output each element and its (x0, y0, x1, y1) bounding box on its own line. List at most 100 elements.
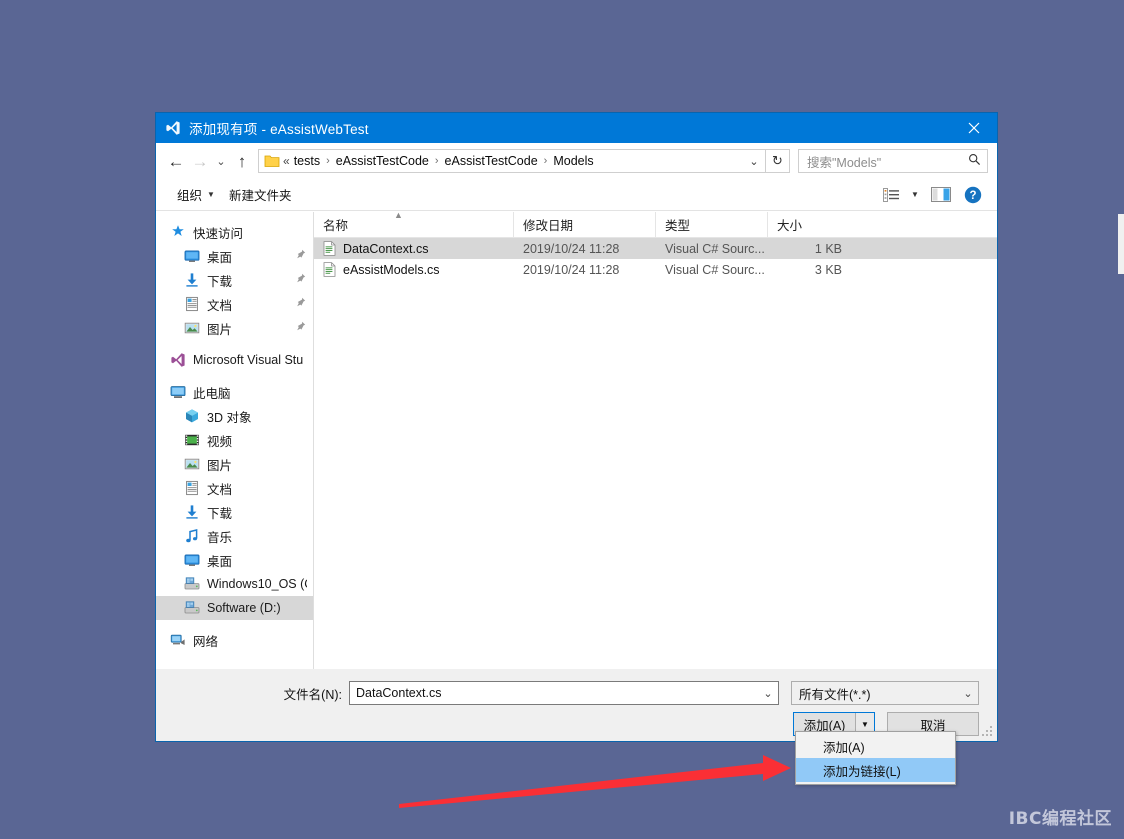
table-row[interactable]: eAssistModels.cs 2019/10/24 11:28 Visual C… (314, 259, 997, 280)
network-icon (170, 634, 185, 645)
navigation-bar: ← → ⌄ ↑ « tests › eAssistTestCode › eAss… (156, 143, 997, 179)
sidebar-item-label: 视频 (207, 434, 233, 449)
search-input[interactable]: 搜索"Models" (807, 152, 968, 171)
add-button-dropdown-menu[interactable]: 添加(A) 添加为链接(L) (795, 731, 956, 785)
sidebar-item-microsoftvisualstu[interactable]: Microsoft Visual Stu (156, 348, 313, 372)
column-headers: ▲ 名称 修改日期 类型 大小 (314, 212, 997, 238)
chevron-down-icon: ▼ (911, 190, 919, 199)
forward-arrow-icon: → (191, 151, 209, 171)
chevron-down-icon: ⌄ (963, 687, 973, 700)
this-pc-icon (170, 384, 186, 400)
add-existing-item-dialog: 添加现有项 - eAssistWebTest ← → ⌄ ↑ « tests ›… (155, 112, 998, 742)
command-bar: 组织 ▼ 新建文件夹 ▼ ? (156, 179, 997, 211)
sidebar-item-[interactable]: 音乐 (156, 524, 313, 548)
breadcrumb-item-3[interactable]: Models (551, 154, 595, 168)
folder-icon (264, 154, 280, 168)
sidebar-item-label: 下载 (207, 506, 233, 521)
refresh-button[interactable]: ↻ (766, 149, 790, 173)
sidebar-item-[interactable]: 下载 (156, 268, 313, 292)
column-header-date[interactable]: 修改日期 (514, 212, 656, 237)
filename-input[interactable]: DataContext.cs ⌄ (349, 681, 779, 705)
sidebar-item-[interactable]: 图片 (156, 316, 313, 340)
organize-button[interactable]: 组织 ▼ (170, 182, 222, 207)
sidebar-item-[interactable]: 视频 (156, 428, 313, 452)
pin-icon[interactable] (296, 249, 306, 262)
sidebar-item-[interactable]: 文档 (156, 292, 313, 316)
sidebar-item-[interactable]: 图片 (156, 452, 313, 476)
sidebar-item-label: Microsoft Visual Stu (193, 353, 304, 367)
sidebar-item-label: 文档 (207, 298, 233, 313)
breadcrumb-item-1[interactable]: eAssistTestCode (334, 154, 431, 168)
sidebar-item-[interactable]: 下载 (156, 500, 313, 524)
search-icon (968, 153, 981, 169)
pictures-icon (184, 322, 200, 334)
breadcrumb-item-2[interactable]: eAssistTestCode (443, 154, 540, 168)
back-button[interactable]: ← (164, 149, 188, 173)
forward-button[interactable]: → (188, 149, 212, 173)
pictures-icon (184, 320, 200, 336)
close-button[interactable] (951, 113, 997, 143)
pin-icon[interactable] (296, 321, 306, 334)
visual-studio-icon (165, 120, 181, 136)
file-type-filter-value: 所有文件(*.*) (799, 687, 871, 702)
view-dropdown-button[interactable]: ▼ (906, 183, 924, 207)
sort-ascending-icon: ▲ (394, 212, 403, 220)
file-rows: DataContext.cs 2019/10/24 11:28 Visual C# … (314, 238, 997, 669)
documents-icon (184, 480, 200, 496)
drive-icon (184, 577, 200, 590)
dialog-body: 快速访问 桌面 下载 文档 图片 Microsoft Visual Stu 此电脑 3D 对象… (156, 211, 997, 669)
sidebar-item-label: 桌面 (207, 554, 233, 569)
navigation-sidebar[interactable]: 快速访问 桌面 下载 文档 图片 Microsoft Visual Stu 此电脑 3D 对象… (156, 212, 314, 669)
videos-icon (185, 434, 199, 446)
sidebar-item-[interactable]: 桌面 (156, 548, 313, 572)
cs-file-icon (323, 262, 336, 277)
site-watermark: IBC编程社区 (1008, 809, 1112, 829)
search-box[interactable]: 搜索"Models" (798, 149, 988, 173)
sidebar-item-label: 3D 对象 (207, 410, 252, 425)
sidebar-item-softwared[interactable]: Software (D:) (156, 596, 313, 620)
pin-icon[interactable] (296, 297, 306, 310)
preview-pane-button[interactable] (924, 183, 958, 207)
table-row[interactable]: DataContext.cs 2019/10/24 11:28 Visual C# … (314, 238, 997, 259)
new-folder-button[interactable]: 新建文件夹 (222, 182, 299, 207)
sidebar-item-[interactable]: 此电脑 (156, 380, 313, 404)
sidebar-item-label: 文档 (207, 482, 233, 497)
menu-item-0[interactable]: 添加(A) (796, 734, 955, 758)
help-button[interactable]: ? (958, 183, 988, 207)
breadcrumb-overflow-icon[interactable]: « (283, 154, 292, 168)
column-header-size[interactable]: 大小 (768, 212, 851, 237)
chevron-down-icon[interactable]: ⌄ (758, 687, 778, 700)
sidebar-item-[interactable]: 文档 (156, 476, 313, 500)
column-header-type[interactable]: 类型 (656, 212, 768, 237)
pin-icon[interactable] (296, 273, 306, 286)
address-dropdown-icon[interactable]: ⌄ (743, 150, 765, 172)
column-header-name[interactable]: ▲ 名称 (314, 212, 514, 237)
breadcrumb-separator: › (543, 155, 548, 167)
pictures-icon (184, 456, 200, 472)
sidebar-item-[interactable]: 快速访问 (156, 220, 313, 244)
dialog-titlebar: 添加现有项 - eAssistWebTest (156, 113, 997, 143)
recent-locations-button[interactable]: ⌄ (212, 149, 230, 173)
column-header-size-label: 大小 (777, 219, 803, 233)
address-bar[interactable]: « tests › eAssistTestCode › eAssistTestC… (258, 149, 766, 173)
this-pc-icon (170, 386, 186, 398)
view-options-button[interactable] (876, 183, 906, 207)
new-folder-label: 新建文件夹 (228, 189, 292, 203)
drive-icon (184, 600, 200, 616)
file-type-filter-select[interactable]: 所有文件(*.*) ⌄ (791, 681, 979, 705)
sidebar-item-3d[interactable]: 3D 对象 (156, 404, 313, 428)
breadcrumb-separator: › (326, 155, 330, 167)
menu-item-1[interactable]: 添加为链接(L) (796, 758, 955, 782)
chevron-down-icon: ▼ (207, 190, 215, 199)
resize-grip[interactable] (982, 726, 993, 737)
up-one-level-button[interactable]: ↑ (230, 149, 254, 173)
sidebar-item-[interactable]: 网络 (156, 628, 313, 652)
sidebar-item-label: 图片 (207, 322, 233, 337)
preview-pane-icon (931, 187, 951, 202)
breadcrumb-item-0[interactable]: tests (292, 154, 322, 168)
sidebar-item-[interactable]: 桌面 (156, 244, 313, 268)
sidebar-item-windows10_osc[interactable]: Windows10_OS (C (156, 572, 313, 596)
